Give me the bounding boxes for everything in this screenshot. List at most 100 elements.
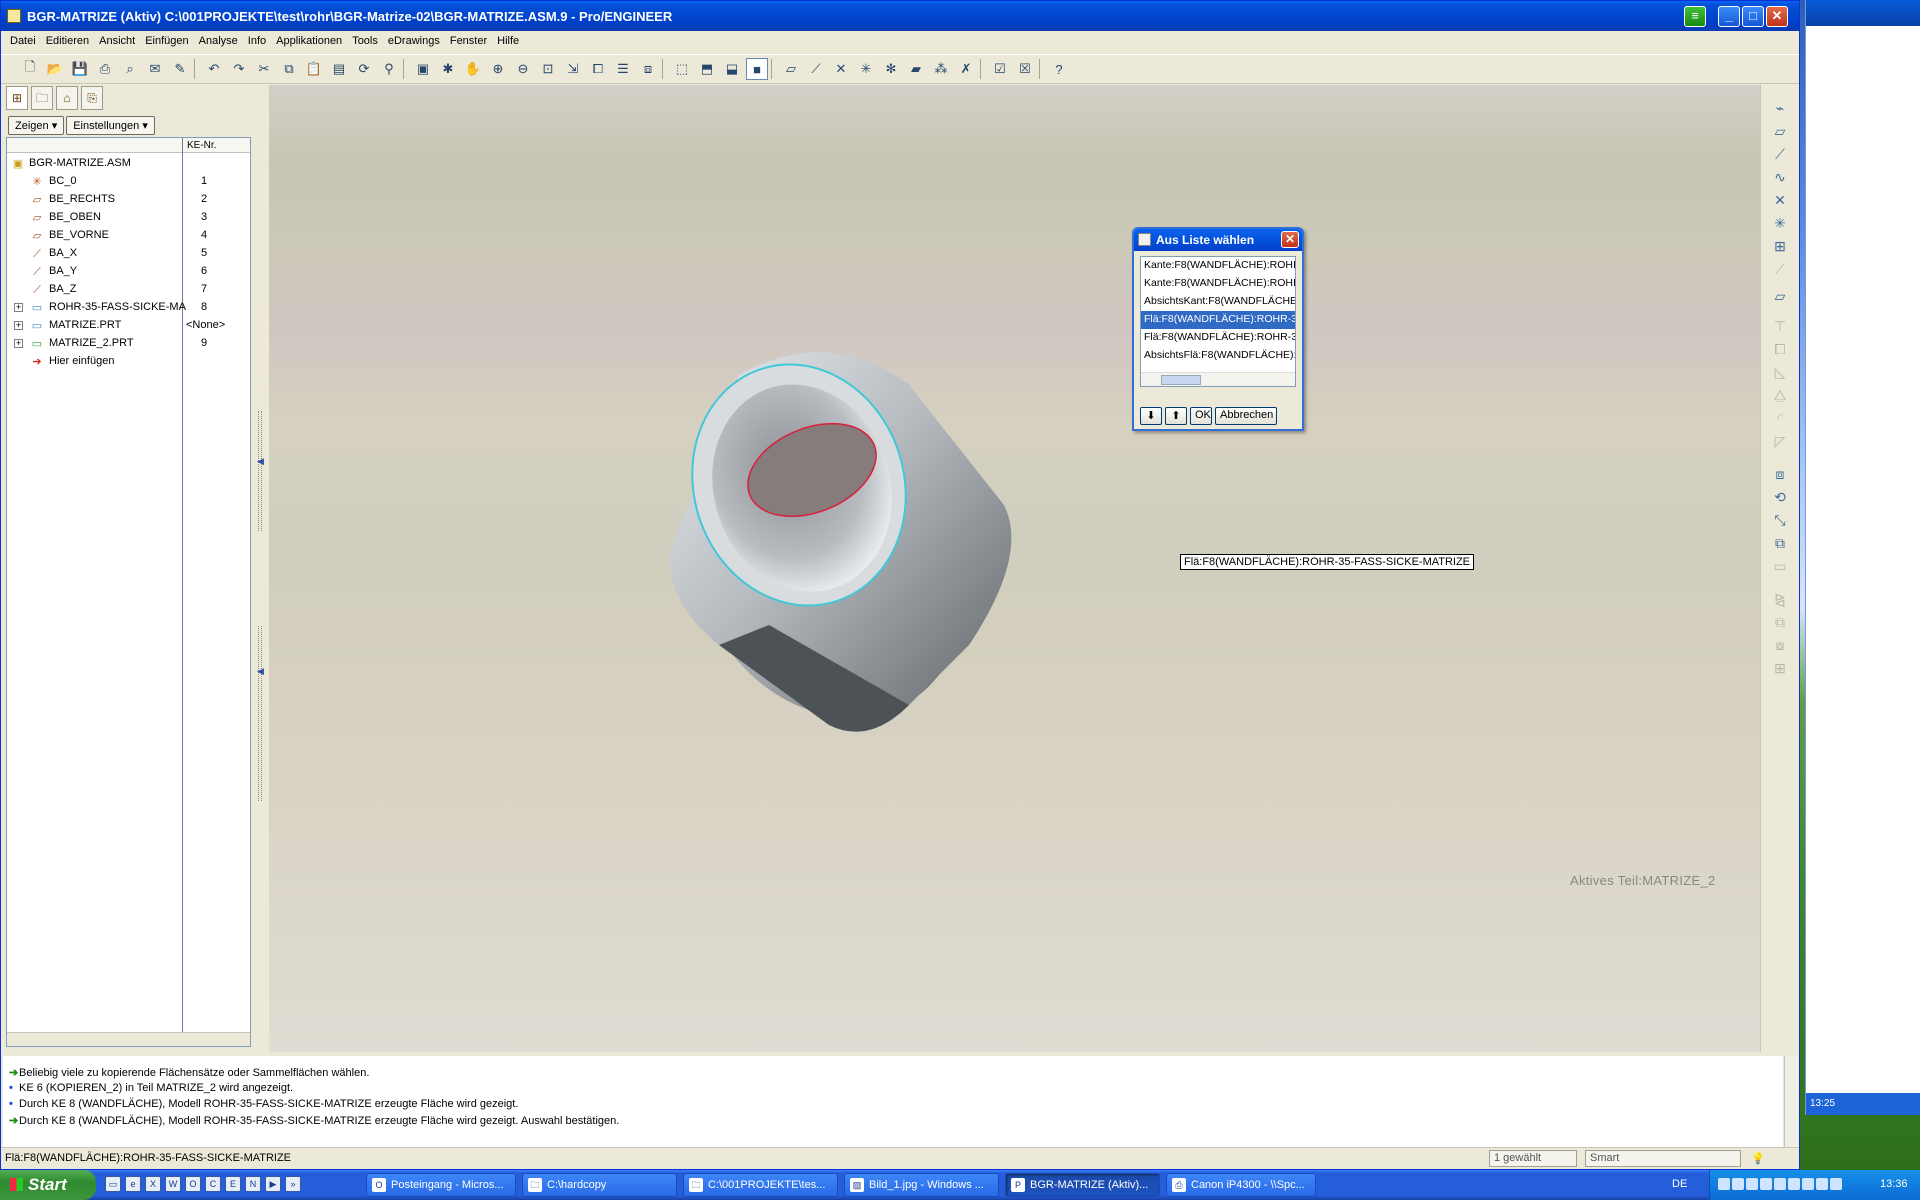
network-icon[interactable] xyxy=(1718,1178,1730,1190)
menu-einfuegen[interactable]: Einfügen xyxy=(140,32,193,52)
tree-row-ba-x[interactable]: ⟋ BA_X 5 xyxy=(7,245,250,263)
graphics-viewport[interactable]: Aktives Teil:MATRIZE_2 Flä:F8(WANDFLÄCHE… xyxy=(269,85,1760,1052)
wireframe-icon[interactable]: ⬚ xyxy=(671,58,693,80)
hole-tool-icon[interactable]: ⊤ xyxy=(1769,315,1791,337)
desktop-icon[interactable]: ▭ xyxy=(105,1176,121,1192)
task-projekte[interactable]: 🗀 C:\001PROJEKTE\tes... xyxy=(683,1173,838,1197)
window-activate-icon[interactable]: ☑ xyxy=(989,58,1011,80)
analysis-tool-icon[interactable]: ⊞ xyxy=(1769,235,1791,257)
regenerate-icon[interactable]: ⟳ xyxy=(353,58,375,80)
title-bar[interactable]: BGR-MATRIZE (Aktiv) C:\001PROJEKTE\test\… xyxy=(1,1,1799,31)
layers-icon[interactable]: ☰ xyxy=(612,58,634,80)
filter-select[interactable]: Smart xyxy=(1585,1150,1741,1167)
coord-sys-icon[interactable]: ✳ xyxy=(855,58,877,80)
boundary-tool-icon[interactable]: ▭ xyxy=(1769,555,1791,577)
tree-row-ba-y[interactable]: ⟋ BA_Y 6 xyxy=(7,263,250,281)
cut-icon[interactable]: ✂ xyxy=(253,58,275,80)
ok-button[interactable]: OK xyxy=(1190,407,1212,425)
panel-splitter[interactable]: ◀ ◀ xyxy=(254,86,268,1051)
point-symbols-icon[interactable]: ✕ xyxy=(830,58,852,80)
model-tree-tab-icon[interactable]: ⊞ xyxy=(6,86,28,110)
folder-browser-tab-icon[interactable]: 🗀 xyxy=(31,86,53,110)
word-icon[interactable]: W xyxy=(165,1176,181,1192)
menu-editieren[interactable]: Editieren xyxy=(41,32,94,52)
spin-center-icon[interactable]: ✱ xyxy=(437,58,459,80)
zeigen-dropdown[interactable]: Zeigen ▾ xyxy=(8,116,65,135)
mirror-tool-icon[interactable]: ⧎ xyxy=(1769,588,1791,610)
expand-icon[interactable]: + xyxy=(14,339,23,348)
shading-icon[interactable]: ■ xyxy=(746,58,768,80)
plane-pick-tool-icon[interactable]: ▱ xyxy=(1769,285,1791,307)
model-render[interactable] xyxy=(269,85,1760,1052)
window-close-icon[interactable]: ☒ xyxy=(1014,58,1036,80)
list-item[interactable]: Kante:F8(WANDFLÄCHE):ROHI xyxy=(1141,257,1295,275)
menu-fenster[interactable]: Fenster xyxy=(445,32,492,52)
pattern-tool-icon[interactable]: ⊞ xyxy=(1769,657,1791,679)
explorer-icon[interactable]: E xyxy=(225,1176,241,1192)
datum-plane-tool-icon[interactable]: ▱ xyxy=(1769,120,1791,142)
spin-center-display-icon[interactable]: ✻ xyxy=(880,58,902,80)
edit-icon[interactable]: ✎ xyxy=(169,58,191,80)
tree-row-matrize2[interactable]: + ▭ MATRIZE_2.PRT 9 xyxy=(7,335,250,353)
draft-tool-icon[interactable]: ⧋ xyxy=(1769,384,1791,406)
menu-analyse[interactable]: Analyse xyxy=(194,32,243,52)
coord-sys-tool-icon[interactable]: ✳ xyxy=(1769,212,1791,234)
redo-icon[interactable]: ↷ xyxy=(228,58,250,80)
media-icon[interactable]: ▶ xyxy=(265,1176,281,1192)
message-scrollbar[interactable] xyxy=(1784,1056,1799,1152)
sync-icon[interactable] xyxy=(1802,1178,1814,1190)
start-button[interactable]: Start xyxy=(0,1170,96,1200)
menu-hilfe[interactable]: Hilfe xyxy=(492,32,524,52)
paste-icon[interactable]: 📋 xyxy=(303,58,325,80)
tree-row-ba-z[interactable]: ⟋ BA_Z 7 xyxy=(7,281,250,299)
collapse-arrow-icon[interactable]: ◀ xyxy=(257,456,264,467)
expand-icon[interactable]: + xyxy=(14,303,23,312)
favorites-tab-icon[interactable]: ⌂ xyxy=(56,86,78,110)
copy-icon[interactable]: ⧉ xyxy=(278,58,300,80)
tree-row-insert-here[interactable]: ➔ Hier einfügen xyxy=(7,353,250,371)
tree-row-be-rechts[interactable]: ▱ BE_RECHTS 2 xyxy=(7,191,250,209)
rib-tool-icon[interactable]: ◺ xyxy=(1769,361,1791,383)
excel-icon[interactable]: X xyxy=(145,1176,161,1192)
dialog-titlebar[interactable]: Aus Liste wählen ✕ xyxy=(1134,229,1302,251)
list-item[interactable]: Flä:F8(WANDFLÄCHE):ROHR-3 xyxy=(1141,329,1295,347)
view-manager-icon[interactable]: ⧈ xyxy=(637,58,659,80)
ie-icon[interactable]: e xyxy=(125,1176,141,1192)
security-icon[interactable] xyxy=(1746,1178,1758,1190)
datum-curve-tool-icon[interactable]: ∿ xyxy=(1769,166,1791,188)
task-proengineer[interactable]: P BGR-MATRIZE (Aktiv)... xyxy=(1005,1173,1160,1197)
sketch-icon[interactable]: ⌁ xyxy=(1769,97,1791,119)
trim-tool-icon[interactable]: ⧇ xyxy=(1769,634,1791,656)
display-icon[interactable] xyxy=(1816,1178,1828,1190)
list-item[interactable]: AbsichtsKant:F8(WANDFLÄCHE xyxy=(1141,293,1295,311)
ke-nr-column-header[interactable]: KE-Nr. xyxy=(187,140,216,151)
list-item[interactable]: Kante:F8(WANDFLÄCHE):ROHI xyxy=(1141,275,1295,293)
datum-points-icon[interactable]: ⁂ xyxy=(930,58,952,80)
more-icon[interactable]: » xyxy=(285,1176,301,1192)
menu-applikationen[interactable]: Applikationen xyxy=(271,32,347,52)
usb-icon[interactable] xyxy=(1830,1178,1842,1190)
menu-tools[interactable]: Tools xyxy=(347,32,383,52)
splitter-grip[interactable] xyxy=(258,411,262,531)
tree-row-be-vorne[interactable]: ▱ BE_VORNE 4 xyxy=(7,227,250,245)
list-item-selected[interactable]: Flä:F8(WANDFLÄCHE):ROHR-3 xyxy=(1141,311,1295,329)
list-horizontal-scrollbar[interactable] xyxy=(1141,372,1295,386)
datum-axis-tool-icon[interactable]: ⟋ xyxy=(1769,143,1791,165)
chamfer-tool-icon[interactable]: ◸ xyxy=(1769,430,1791,452)
connect-icon[interactable]: ≡ xyxy=(1684,6,1706,27)
point-display-icon[interactable]: ✗ xyxy=(955,58,977,80)
print-preview-icon[interactable]: ⌕ xyxy=(119,58,141,80)
pan-icon[interactable]: ✋ xyxy=(462,58,484,80)
open-icon[interactable]: 📂 xyxy=(44,58,66,80)
splitter-grip[interactable] xyxy=(258,626,262,801)
app-icon[interactable] xyxy=(7,9,21,23)
expand-arrow-icon[interactable]: ◀ xyxy=(257,666,264,677)
datum-planes-icon[interactable]: ▱ xyxy=(780,58,802,80)
cmd-icon[interactable]: C xyxy=(205,1176,221,1192)
round-tool-icon[interactable]: ◜ xyxy=(1769,407,1791,429)
repaint-icon[interactable]: ▣ xyxy=(412,58,434,80)
find-icon[interactable]: ⚲ xyxy=(378,58,400,80)
annotations-icon[interactable]: ▰ xyxy=(905,58,927,80)
einstellungen-dropdown[interactable]: Einstellungen ▾ xyxy=(66,116,155,135)
menu-ansicht[interactable]: Ansicht xyxy=(94,32,140,52)
